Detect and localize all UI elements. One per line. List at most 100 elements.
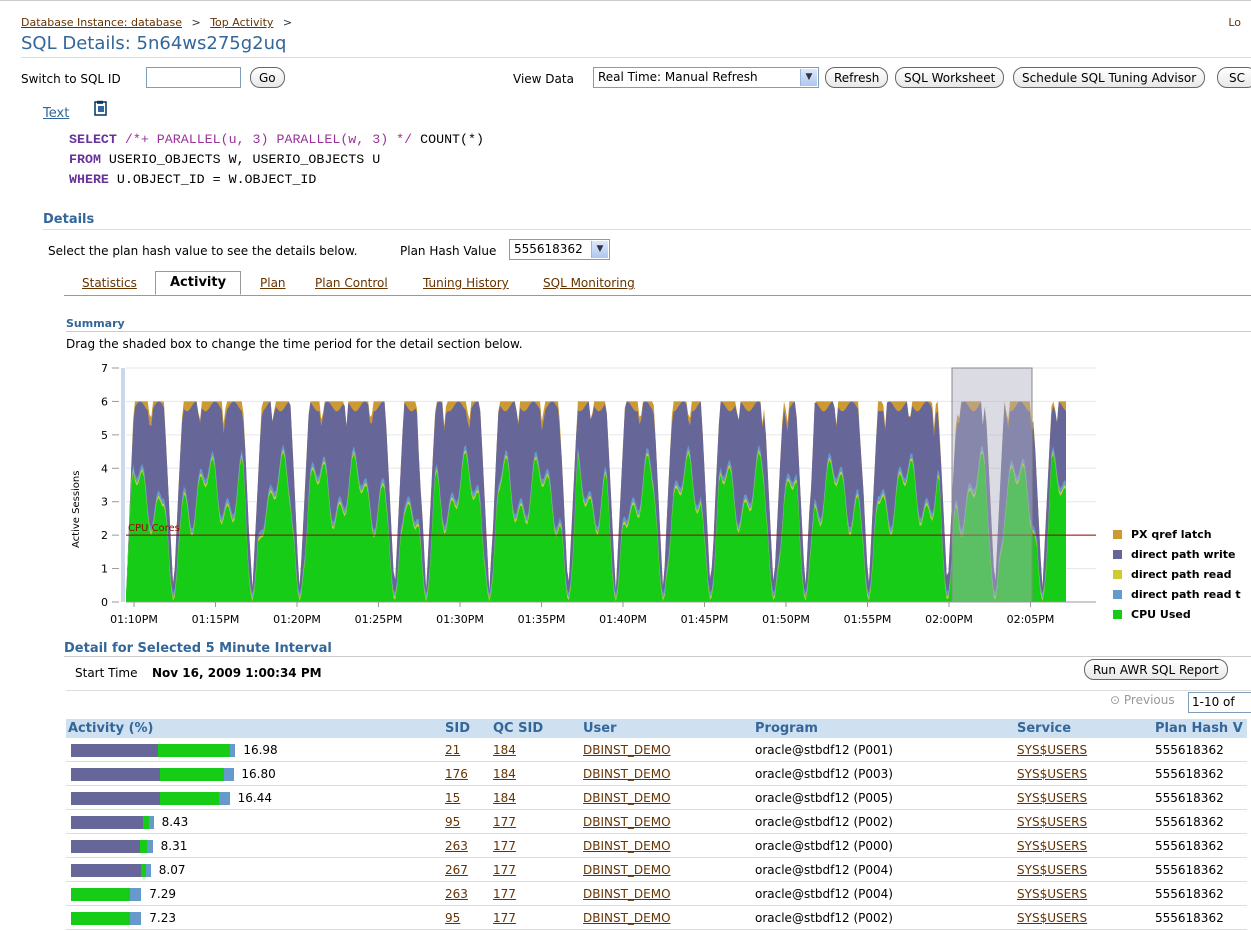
sid-link[interactable]: 95 xyxy=(445,911,460,925)
service-cell: SYS$USERS xyxy=(1015,761,1153,786)
service-link[interactable]: SYS$USERS xyxy=(1017,743,1087,757)
user-cell: DBINST_DEMO xyxy=(581,833,753,858)
summary-instruction: Drag the shaded box to change the time p… xyxy=(66,337,523,351)
refresh-button[interactable]: Refresh xyxy=(825,67,889,88)
activity-percent: 16.44 xyxy=(237,790,272,805)
breadcrumb: Database Instance: database > Top Activi… xyxy=(21,16,298,29)
plan-hash-cell: 555618362 xyxy=(1153,809,1247,834)
qc-sid-link[interactable]: 184 xyxy=(493,791,516,805)
plan-hash-select[interactable]: 555618362 ▼ xyxy=(509,239,610,260)
user-link[interactable]: DBINST_DEMO xyxy=(583,767,671,781)
logout-link[interactable]: Lo xyxy=(1228,16,1241,29)
tab-tuning-history[interactable]: Tuning History xyxy=(423,276,509,290)
schedule-sql-tuning-advisor-button[interactable]: Schedule SQL Tuning Advisor xyxy=(1013,67,1206,88)
column-header-qc-sid[interactable]: QC SID xyxy=(491,719,581,738)
activity-bar-cpu xyxy=(160,791,220,805)
activity-bar-write xyxy=(71,767,161,781)
service-link[interactable]: SYS$USERS xyxy=(1017,863,1087,877)
legend-swatch xyxy=(1113,570,1122,579)
sid-link[interactable]: 15 xyxy=(445,791,460,805)
column-header-user[interactable]: User xyxy=(581,719,753,738)
sid-link[interactable]: 95 xyxy=(445,815,460,829)
qc-sid-link[interactable]: 177 xyxy=(493,815,516,829)
activity-table: Activity (%) SID QC SID User Program Ser… xyxy=(66,719,1247,930)
activity-cell: 7.23 xyxy=(66,905,443,930)
breadcrumb-top-activity[interactable]: Top Activity xyxy=(210,16,273,29)
activity-cell: 8.31 xyxy=(66,833,443,858)
service-link[interactable]: SYS$USERS xyxy=(1017,791,1087,805)
sql-line: FROM USERIO_OBJECTS W, USERIO_OBJECTS U xyxy=(69,152,381,167)
text-section-heading[interactable]: Text xyxy=(43,106,69,121)
activity-percent: 16.98 xyxy=(243,742,278,757)
column-header-program[interactable]: Program xyxy=(753,719,1015,738)
service-link[interactable]: SYS$USERS xyxy=(1017,767,1087,781)
sql-id-input[interactable] xyxy=(146,67,241,88)
sid-cell: 21 xyxy=(443,738,491,762)
user-link[interactable]: DBINST_DEMO xyxy=(583,815,671,829)
service-link[interactable]: SYS$USERS xyxy=(1017,887,1087,901)
tab-plan[interactable]: Plan xyxy=(260,276,286,290)
activity-bar-temp xyxy=(148,815,154,829)
x-tick-label: 01:55PM xyxy=(844,613,892,626)
activity-cell: 8.07 xyxy=(66,857,443,882)
activity-bar-cpu xyxy=(71,911,130,925)
qc-sid-link[interactable]: 177 xyxy=(493,887,516,901)
service-cell: SYS$USERS xyxy=(1015,857,1153,882)
qc-sid-link[interactable]: 184 xyxy=(493,767,516,781)
column-header-sid[interactable]: SID xyxy=(443,719,491,738)
activity-cell: 16.98 xyxy=(66,738,443,762)
activity-bar-temp xyxy=(129,911,142,925)
column-header-activity[interactable]: Activity (%) xyxy=(66,719,443,738)
user-link[interactable]: DBINST_DEMO xyxy=(583,743,671,757)
sid-cell: 95 xyxy=(443,905,491,930)
active-sessions-chart[interactable]: 0 1 2 3 4 5 6 7 Active Sessions CPU Cores 01:10P… xyxy=(66,358,1116,638)
breadcrumb-database-instance[interactable]: Database Instance: database xyxy=(21,16,182,29)
user-link[interactable]: DBINST_DEMO xyxy=(583,863,671,877)
tab-activity[interactable]: Activity xyxy=(155,271,242,295)
sid-link[interactable]: 263 xyxy=(445,887,468,901)
user-link[interactable]: DBINST_DEMO xyxy=(583,911,671,925)
copy-document-icon[interactable] xyxy=(93,100,109,117)
sid-link[interactable]: 263 xyxy=(445,839,468,853)
plan-hash-cell: 555618362 xyxy=(1153,738,1247,762)
activity-bar-temp xyxy=(219,791,230,805)
qc-sid-link[interactable]: 184 xyxy=(493,743,516,757)
sid-link[interactable]: 267 xyxy=(445,863,468,877)
column-header-service[interactable]: Service xyxy=(1015,719,1153,738)
program-cell: oracle@stbdf12 (P002) xyxy=(753,905,1015,930)
column-header-plan-hash[interactable]: Plan Hash V xyxy=(1153,719,1247,738)
run-awr-sql-report-button[interactable]: Run AWR SQL Report xyxy=(1084,659,1228,680)
user-link[interactable]: DBINST_DEMO xyxy=(583,791,671,805)
program-cell: oracle@stbdf12 (P005) xyxy=(753,785,1015,810)
tab-sql-monitoring[interactable]: SQL Monitoring xyxy=(543,276,635,290)
x-tick-label: 01:30PM xyxy=(436,613,484,626)
y-tick-label: 7 xyxy=(101,362,108,375)
service-cell: SYS$USERS xyxy=(1015,738,1153,762)
user-link[interactable]: DBINST_DEMO xyxy=(583,887,671,901)
sid-link[interactable]: 21 xyxy=(445,743,460,757)
user-link[interactable]: DBINST_DEMO xyxy=(583,839,671,853)
qc-sid-link[interactable]: 177 xyxy=(493,863,516,877)
y-tick-label: 4 xyxy=(101,462,108,475)
service-link[interactable]: SYS$USERS xyxy=(1017,911,1087,925)
user-cell: DBINST_DEMO xyxy=(581,761,753,786)
sql-monitor-button[interactable]: SC xyxy=(1217,67,1251,88)
page-title: SQL Details: 5n64ws275g2uq xyxy=(21,33,287,54)
tab-plan-control[interactable]: Plan Control xyxy=(315,276,388,290)
service-link[interactable]: SYS$USERS xyxy=(1017,839,1087,853)
qc-sid-link[interactable]: 177 xyxy=(493,839,516,853)
range-select[interactable]: 1-10 of xyxy=(1188,692,1251,713)
sid-link[interactable]: 176 xyxy=(445,767,468,781)
previous-link[interactable]: ⊙ Previous xyxy=(1110,693,1175,707)
qc-sid-link[interactable]: 177 xyxy=(493,911,516,925)
service-link[interactable]: SYS$USERS xyxy=(1017,815,1087,829)
legend-label: PX qref latch xyxy=(1131,528,1212,541)
tab-statistics[interactable]: Statistics xyxy=(82,276,137,290)
legend-label: direct path read t xyxy=(1131,588,1241,601)
activity-bar-temp xyxy=(146,839,153,853)
x-tick-label: 01:25PM xyxy=(355,613,403,626)
go-button[interactable]: Go xyxy=(250,67,285,88)
sql-worksheet-button[interactable]: SQL Worksheet xyxy=(895,67,1005,88)
view-data-select[interactable]: Real Time: Manual Refresh ▼ xyxy=(593,67,819,88)
y-tick-label: 3 xyxy=(101,496,108,509)
